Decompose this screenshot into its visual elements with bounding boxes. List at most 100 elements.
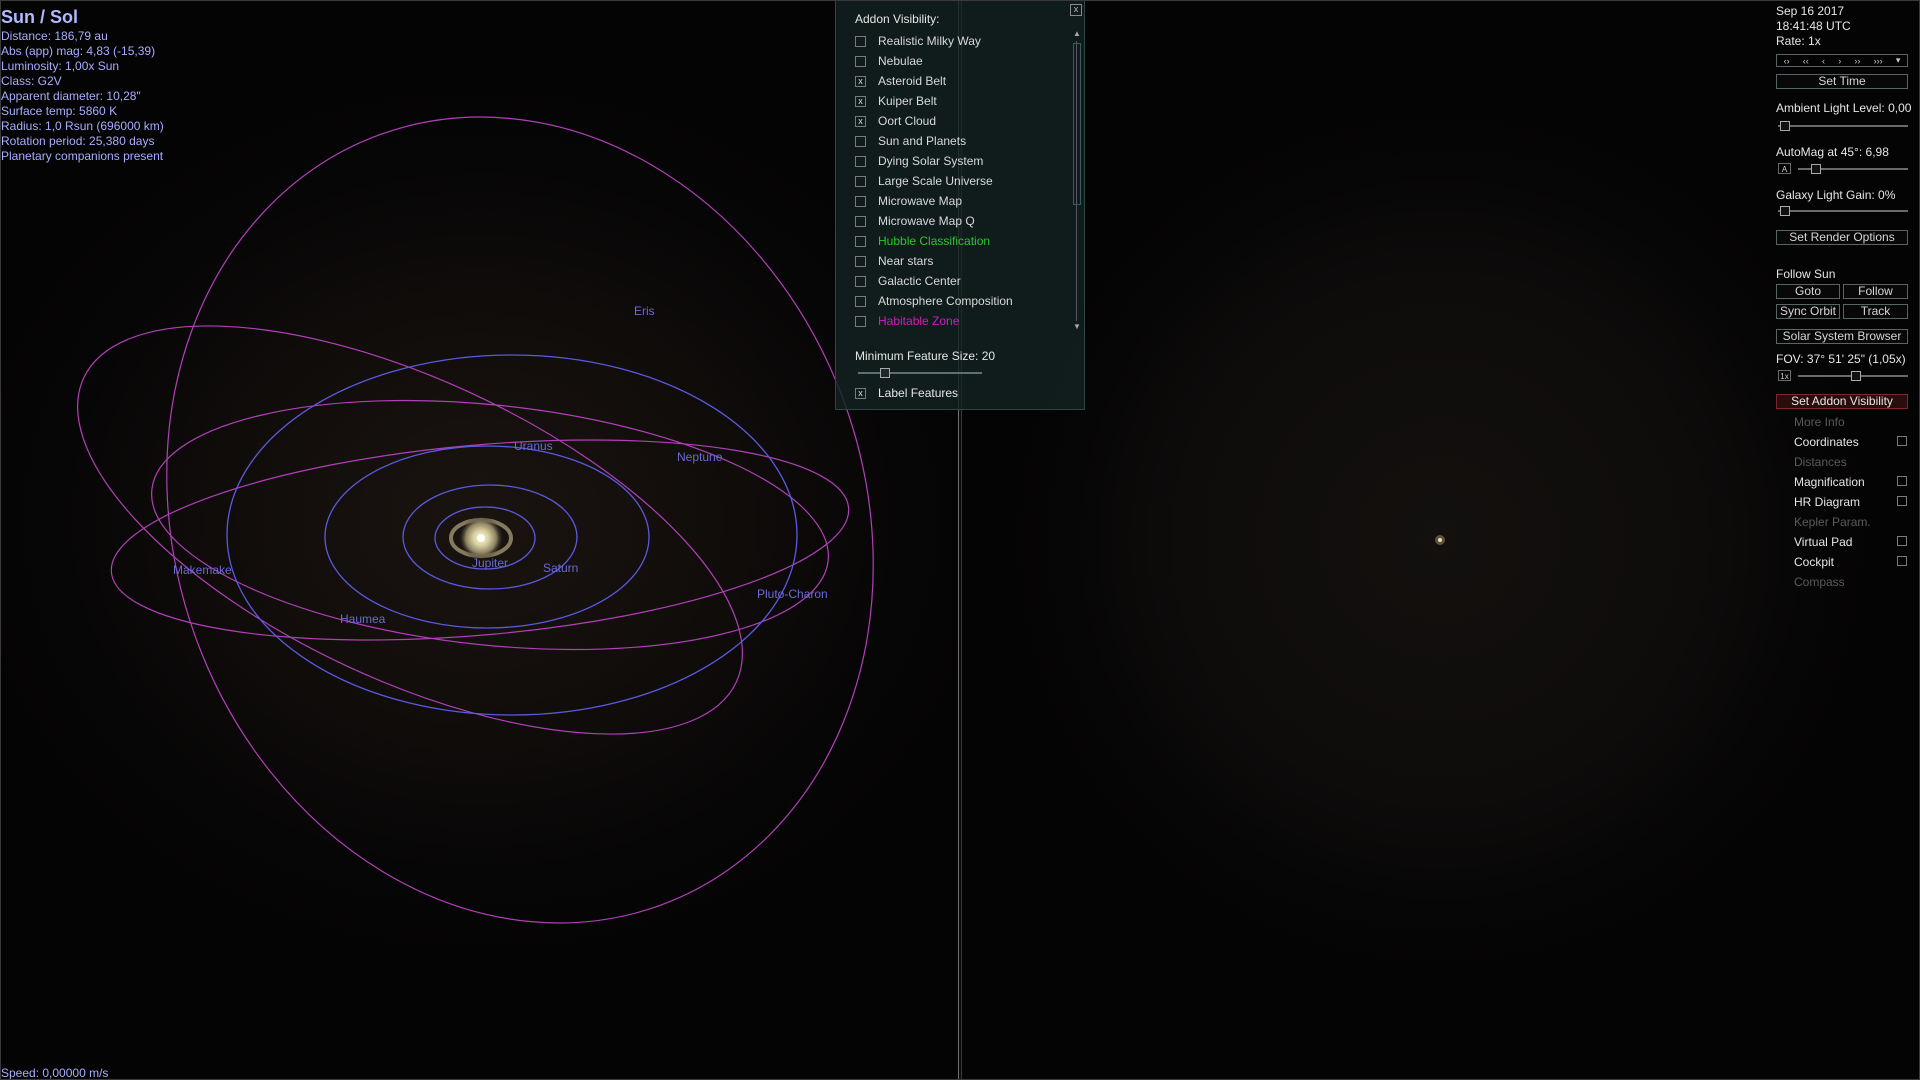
slider-track[interactable] (1778, 210, 1908, 212)
checkbox[interactable] (1897, 556, 1907, 566)
checkbox[interactable] (855, 235, 866, 247)
checkbox[interactable] (855, 255, 866, 267)
neptune-label[interactable]: Neptune (677, 450, 723, 464)
galaxy-light-gain-slider[interactable] (1778, 206, 1908, 216)
distances-item[interactable]: Distances (1794, 455, 1847, 469)
addon-scrollbar[interactable]: ▲ ▼ (1073, 29, 1081, 334)
more-info-item[interactable]: More Info (1794, 415, 1845, 429)
cockpit-item[interactable]: Cockpit (1794, 555, 1907, 569)
addon-item-large-scale-universe[interactable]: Large Scale Universe (855, 171, 1085, 191)
magnification-item[interactable]: Magnification (1794, 475, 1907, 489)
checkbox[interactable] (855, 195, 866, 207)
step-back-icon[interactable]: ‹ (1822, 56, 1825, 66)
addon-item-microwave-map-q[interactable]: Microwave Map Q (855, 211, 1085, 231)
right-viewport[interactable] (962, 0, 1920, 1080)
checkbox[interactable] (1897, 476, 1907, 486)
automag-toggle[interactable]: A (1778, 163, 1791, 174)
addon-item-near-stars[interactable]: Near stars (855, 251, 1085, 271)
time-menu-icon[interactable]: ▾ (1896, 55, 1901, 66)
play-icon[interactable]: › (1838, 56, 1841, 66)
addon-item-kuiper-belt[interactable]: x Kuiper Belt (855, 91, 1085, 111)
set-addon-visibility-button[interactable]: Set Addon Visibility (1776, 394, 1908, 409)
addon-item-habitable-zone[interactable]: Habitable Zone (855, 311, 1085, 331)
object-info: Sun / Sol Distance: 186,79 au Abs (app) … (1, 6, 164, 164)
addon-item-atmosphere-composition[interactable]: Atmosphere Composition (855, 291, 1085, 311)
hr-diagram-item[interactable]: HR Diagram (1794, 495, 1907, 509)
follow-button[interactable]: Follow (1843, 284, 1908, 299)
addon-item-nebulae[interactable]: Nebulae (855, 51, 1085, 71)
slider-knob[interactable] (880, 368, 890, 378)
addon-item-galactic-center[interactable]: Galactic Center (855, 271, 1085, 291)
goto-button[interactable]: Goto (1776, 284, 1840, 299)
slider-track[interactable] (1778, 125, 1908, 127)
ambient-light-slider[interactable] (1778, 121, 1908, 131)
checkbox[interactable] (855, 275, 866, 287)
set-render-options-button[interactable]: Set Render Options (1776, 230, 1908, 245)
saturn-label[interactable]: Saturn (543, 561, 578, 575)
addon-list: Realistic Milky Way Nebulae x Asteroid Be… (855, 31, 1085, 331)
slider-knob[interactable] (1780, 121, 1790, 131)
checkbox[interactable] (1897, 536, 1907, 546)
rewind-fast-icon[interactable]: ‹› (1784, 56, 1790, 66)
jupiter-label[interactable]: Jupiter (472, 556, 508, 570)
time-controls: ‹› ‹‹ ‹ › ›› ››› ▾ (1776, 54, 1908, 67)
sun[interactable] (477, 534, 485, 542)
compass-item[interactable]: Compass (1794, 575, 1845, 589)
addon-item-hubble-classification[interactable]: Hubble Classification (855, 231, 1085, 251)
scroll-thumb[interactable] (1073, 43, 1081, 205)
checkbox[interactable] (855, 295, 866, 307)
checkbox[interactable] (1897, 496, 1907, 506)
track-button[interactable]: Track (1843, 304, 1908, 319)
addon-item-label: Oort Cloud (878, 114, 937, 128)
virtual-pad-item[interactable]: Virtual Pad (1794, 535, 1907, 549)
sun-point[interactable] (1438, 538, 1442, 542)
pluto-label[interactable]: Pluto-Charon (757, 587, 828, 601)
addon-item-dying-solar-system[interactable]: Dying Solar System (855, 151, 1085, 171)
fov-slider[interactable] (1798, 371, 1908, 381)
checkbox-checked[interactable]: x (855, 95, 866, 107)
rewind-icon[interactable]: ‹‹ (1803, 56, 1809, 66)
scroll-up-icon[interactable]: ▲ (1073, 29, 1081, 38)
automag-slider[interactable] (1798, 164, 1908, 174)
kepler-param-item[interactable]: Kepler Param. (1794, 515, 1871, 529)
info-apparent-diameter: Apparent diameter: 10,28" (1, 89, 141, 103)
close-icon[interactable]: x (1070, 4, 1082, 16)
label-features-toggle[interactable]: x Label Features (855, 386, 958, 400)
checkbox[interactable] (855, 55, 866, 67)
min-feature-size-slider[interactable] (858, 368, 982, 378)
fov-reset-toggle[interactable]: 1x (1778, 370, 1791, 381)
slider-track[interactable] (858, 372, 982, 374)
item-label: Coordinates (1794, 435, 1859, 449)
haumea-label[interactable]: Haumea (340, 612, 386, 626)
addon-item-sun-and-planets[interactable]: Sun and Planets (855, 131, 1085, 151)
eris-label[interactable]: Eris (634, 304, 655, 318)
slider-knob[interactable] (1780, 206, 1790, 216)
checkbox[interactable] (855, 135, 866, 147)
addon-item-asteroid-belt[interactable]: x Asteroid Belt (855, 71, 1085, 91)
scroll-down-icon[interactable]: ▼ (1073, 322, 1081, 331)
uranus-label[interactable]: Uranus (514, 439, 553, 453)
left-viewport[interactable]: Eris Uranus Neptune Jupiter Saturn Makem… (0, 0, 958, 1080)
fast-forward-icon[interactable]: ›› (1854, 56, 1860, 66)
slider-knob[interactable] (1811, 164, 1821, 174)
sync-orbit-button[interactable]: Sync Orbit (1776, 304, 1840, 319)
checkbox-checked[interactable]: x (855, 115, 866, 127)
faster-forward-icon[interactable]: ››› (1874, 56, 1883, 66)
addon-item-microwave-map[interactable]: Microwave Map (855, 191, 1085, 211)
checkbox[interactable] (1897, 436, 1907, 446)
slider-knob[interactable] (1851, 371, 1861, 381)
checkbox[interactable] (855, 175, 866, 187)
info-rotation: Rotation period: 25,380 days (1, 134, 155, 148)
addon-item-oort-cloud[interactable]: x Oort Cloud (855, 111, 1085, 131)
checkbox[interactable] (855, 215, 866, 227)
checkbox-checked[interactable]: x (855, 387, 866, 399)
makemake-label[interactable]: Makemake (173, 563, 232, 577)
set-time-button[interactable]: Set Time (1776, 74, 1908, 89)
checkbox[interactable] (855, 155, 866, 167)
coordinates-item[interactable]: Coordinates (1794, 435, 1907, 449)
checkbox[interactable] (855, 35, 866, 47)
addon-item-realistic-milky-way[interactable]: Realistic Milky Way (855, 31, 1085, 51)
checkbox[interactable] (855, 315, 866, 327)
solar-system-browser-button[interactable]: Solar System Browser (1776, 329, 1908, 344)
checkbox-checked[interactable]: x (855, 75, 866, 87)
